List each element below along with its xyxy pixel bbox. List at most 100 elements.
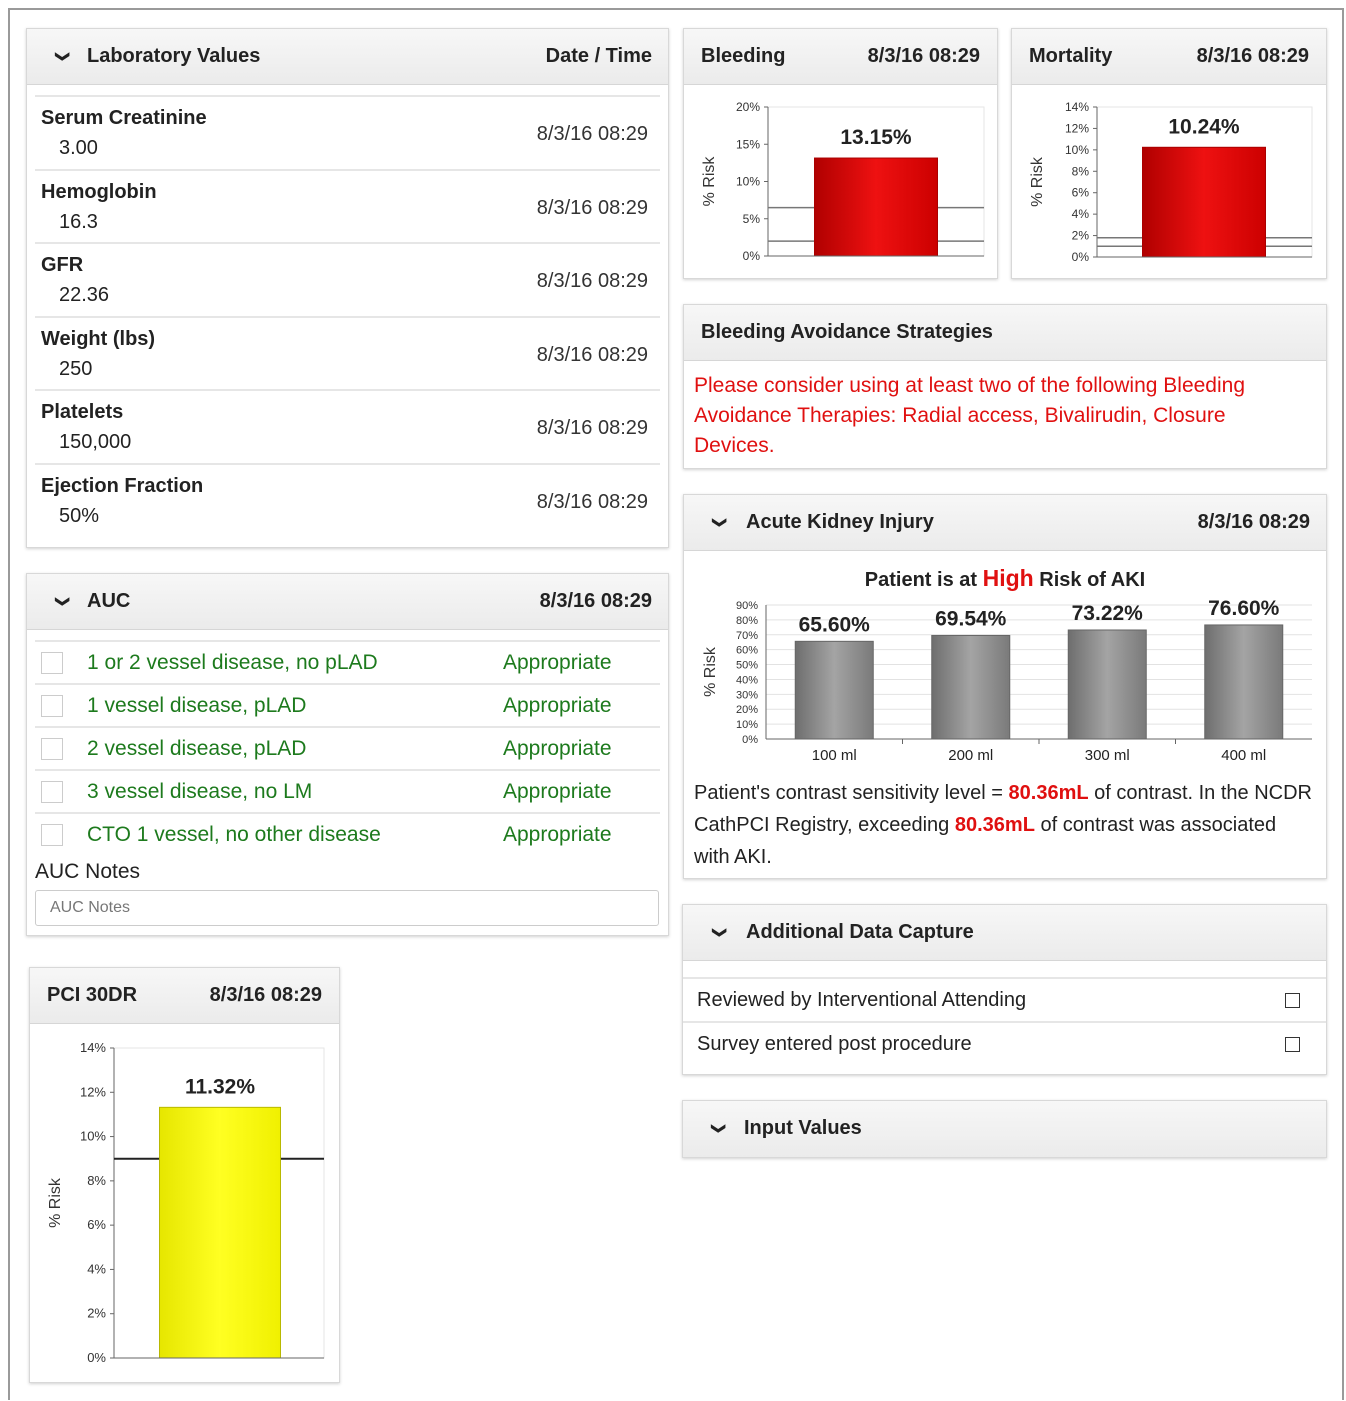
aki-bar [1067, 629, 1147, 740]
lab-value: 250 [59, 357, 93, 380]
y-tick-label: 10% [80, 1129, 106, 1144]
bar-value-label: 69.54% [935, 607, 1007, 630]
y-tick-label: 90% [736, 600, 758, 612]
y-tick-label: 10% [736, 175, 760, 189]
auc-row: 1 vessel disease, pLAD Appropriate [35, 683, 660, 728]
panel-date: 8/3/16 08:29 [1196, 45, 1309, 67]
chevron-down-icon[interactable]: ❯ [54, 596, 71, 608]
auc-notes-label: AUC Notes [35, 860, 141, 883]
lab-row: Platelets 150,000 8/3/16 08:29 [35, 389, 660, 464]
auc-checkbox[interactable] [41, 652, 63, 674]
y-tick-label: 60% [736, 645, 758, 657]
chevron-down-icon[interactable]: ❯ [711, 517, 728, 529]
auc-status: Appropriate [503, 823, 612, 846]
lab-row: Ejection Fraction 50% 8/3/16 08:29 [35, 462, 660, 538]
aki-risk-statement: Patient is at High Risk of AKI [684, 565, 1326, 592]
input-values-header[interactable]: ❯ Input Values [683, 1101, 1326, 1157]
bar-value-label: 65.60% [799, 613, 871, 636]
x-category-label: 300 ml [1085, 747, 1130, 764]
y-tick-label: 4% [1072, 207, 1090, 221]
y-axis-label: % Risk [47, 1177, 64, 1228]
risk-suffix: Risk of AKI [1033, 569, 1146, 591]
y-tick-label: 20% [736, 704, 758, 716]
aki-threshold: 80.36mL [1008, 782, 1089, 804]
y-tick-label: 6% [87, 1217, 106, 1232]
y-tick-label: 8% [1072, 164, 1090, 178]
lab-date: 8/3/16 08:29 [536, 123, 648, 145]
y-tick-label: 50% [736, 660, 758, 672]
lab-date: 8/3/16 08:29 [536, 196, 648, 219]
y-tick-label: 10% [1065, 143, 1089, 157]
y-axis-label: % Risk [702, 646, 719, 697]
aki-bar [794, 640, 874, 740]
y-axis-label: % Risk [701, 156, 718, 207]
laboratory-values-header[interactable]: ❯ Laboratory Values Date / Time [27, 29, 668, 85]
auc-checkbox[interactable] [41, 738, 63, 760]
panel-title: Additional Data Capture [746, 921, 974, 943]
lab-row: Serum Creatinine 3.00 8/3/16 08:29 [35, 95, 660, 170]
auc-notes-input[interactable] [35, 890, 659, 926]
pci-30dr-header: PCI 30DR 8/3/16 08:29 [30, 968, 339, 1024]
additional-data-capture-header[interactable]: ❯ Additional Data Capture [683, 905, 1326, 961]
bar-value-label: 10.24% [1168, 115, 1240, 138]
aki-header[interactable]: ❯ Acute Kidney Injury 8/3/16 08:29 [684, 495, 1326, 551]
chevron-down-icon[interactable]: ❯ [54, 51, 71, 63]
lab-date: 8/3/16 08:29 [536, 490, 648, 513]
lab-date: 8/3/16 08:29 [536, 417, 648, 439]
chevron-down-icon[interactable]: ❯ [711, 927, 728, 939]
bar-value-label: 13.15% [840, 126, 912, 149]
auc-header[interactable]: ❯ AUC 8/3/16 08:29 [27, 574, 668, 630]
panel-title: Mortality [1029, 45, 1113, 67]
y-tick-label: 40% [736, 674, 758, 686]
auc-status: Appropriate [503, 737, 612, 760]
aki-bar [931, 634, 1011, 740]
auc-indication: 1 vessel disease, pLAD [87, 694, 307, 717]
date-time-header: Date / Time [545, 45, 652, 67]
auc-indication: 2 vessel disease, pLAD [87, 737, 307, 760]
y-tick-label: 2% [87, 1306, 106, 1321]
chevron-down-icon[interactable]: ❯ [710, 1123, 727, 1135]
lab-name: Platelets [41, 401, 124, 423]
lab-value: 50% [59, 504, 100, 527]
panel-date: 8/3/16 08:29 [209, 984, 322, 1006]
lab-name: Hemoglobin [41, 180, 157, 203]
bleeding-panel: Bleeding 8/3/16 08:29 0% 5% 10% 15% 20% 13.15… [683, 28, 998, 279]
mortality-panel: Mortality 8/3/16 08:29 0% 2% 4% 6% 8% 10% 12% 1… [1011, 28, 1327, 279]
y-tick-label: 30% [736, 689, 758, 701]
panel-title: Bleeding [701, 45, 786, 67]
panel-title: PCI 30DR [47, 984, 138, 1006]
y-tick-label: 4% [87, 1261, 106, 1276]
lab-name: Ejection Fraction [41, 474, 204, 497]
panel-date: 8/3/16 08:29 [867, 45, 980, 67]
auc-checkbox[interactable] [41, 781, 63, 803]
panel-date: 8/3/16 08:29 [539, 590, 652, 612]
aki-threshold: 80.36mL [954, 814, 1035, 836]
auc-row: 3 vessel disease, no LM Appropriate [35, 769, 660, 814]
y-tick-label: 2% [1072, 229, 1090, 243]
lab-value: 22.36 [59, 284, 110, 306]
panel-date: 8/3/16 08:29 [1197, 511, 1310, 533]
aki-chart: 0% 10% 20% 30% 40% 50% 60% 70% 80% 90% 65.60% 100 m… [702, 597, 1312, 764]
y-tick-label: 14% [1065, 100, 1089, 114]
y-tick-label: 6% [1072, 186, 1090, 200]
lab-name: Weight (lbs) [41, 327, 156, 350]
y-tick-label: 12% [80, 1084, 106, 1099]
laboratory-values-panel: ❯ Laboratory Values Date / Time Serum Cr… [26, 28, 669, 548]
y-tick-label: 14% [80, 1040, 106, 1055]
mortality-chart: 0% 2% 4% 6% 8% 10% 12% 14% 10.24% % Risk [1029, 100, 1313, 264]
panel-title: Input Values [744, 1117, 862, 1139]
auc-checkbox[interactable] [41, 824, 63, 846]
adc-checkbox[interactable] [1285, 1037, 1300, 1052]
auc-checkbox[interactable] [41, 695, 63, 717]
adc-checkbox[interactable] [1285, 993, 1300, 1008]
lab-value: 16.3 [59, 210, 98, 233]
y-tick-label: 0% [742, 734, 758, 746]
panel-title: Acute Kidney Injury [746, 511, 934, 533]
y-tick-label: 10% [736, 719, 758, 731]
panel-title: Laboratory Values [87, 45, 261, 67]
x-category-label: 200 ml [948, 747, 993, 764]
auc-indication: 3 vessel disease, no LM [87, 780, 313, 803]
aki-panel: ❯ Acute Kidney Injury 8/3/16 08:29 Patie… [683, 494, 1327, 879]
auc-indication: 1 or 2 vessel disease, no pLAD [87, 651, 378, 674]
auc-row: 2 vessel disease, pLAD Appropriate [35, 726, 660, 771]
